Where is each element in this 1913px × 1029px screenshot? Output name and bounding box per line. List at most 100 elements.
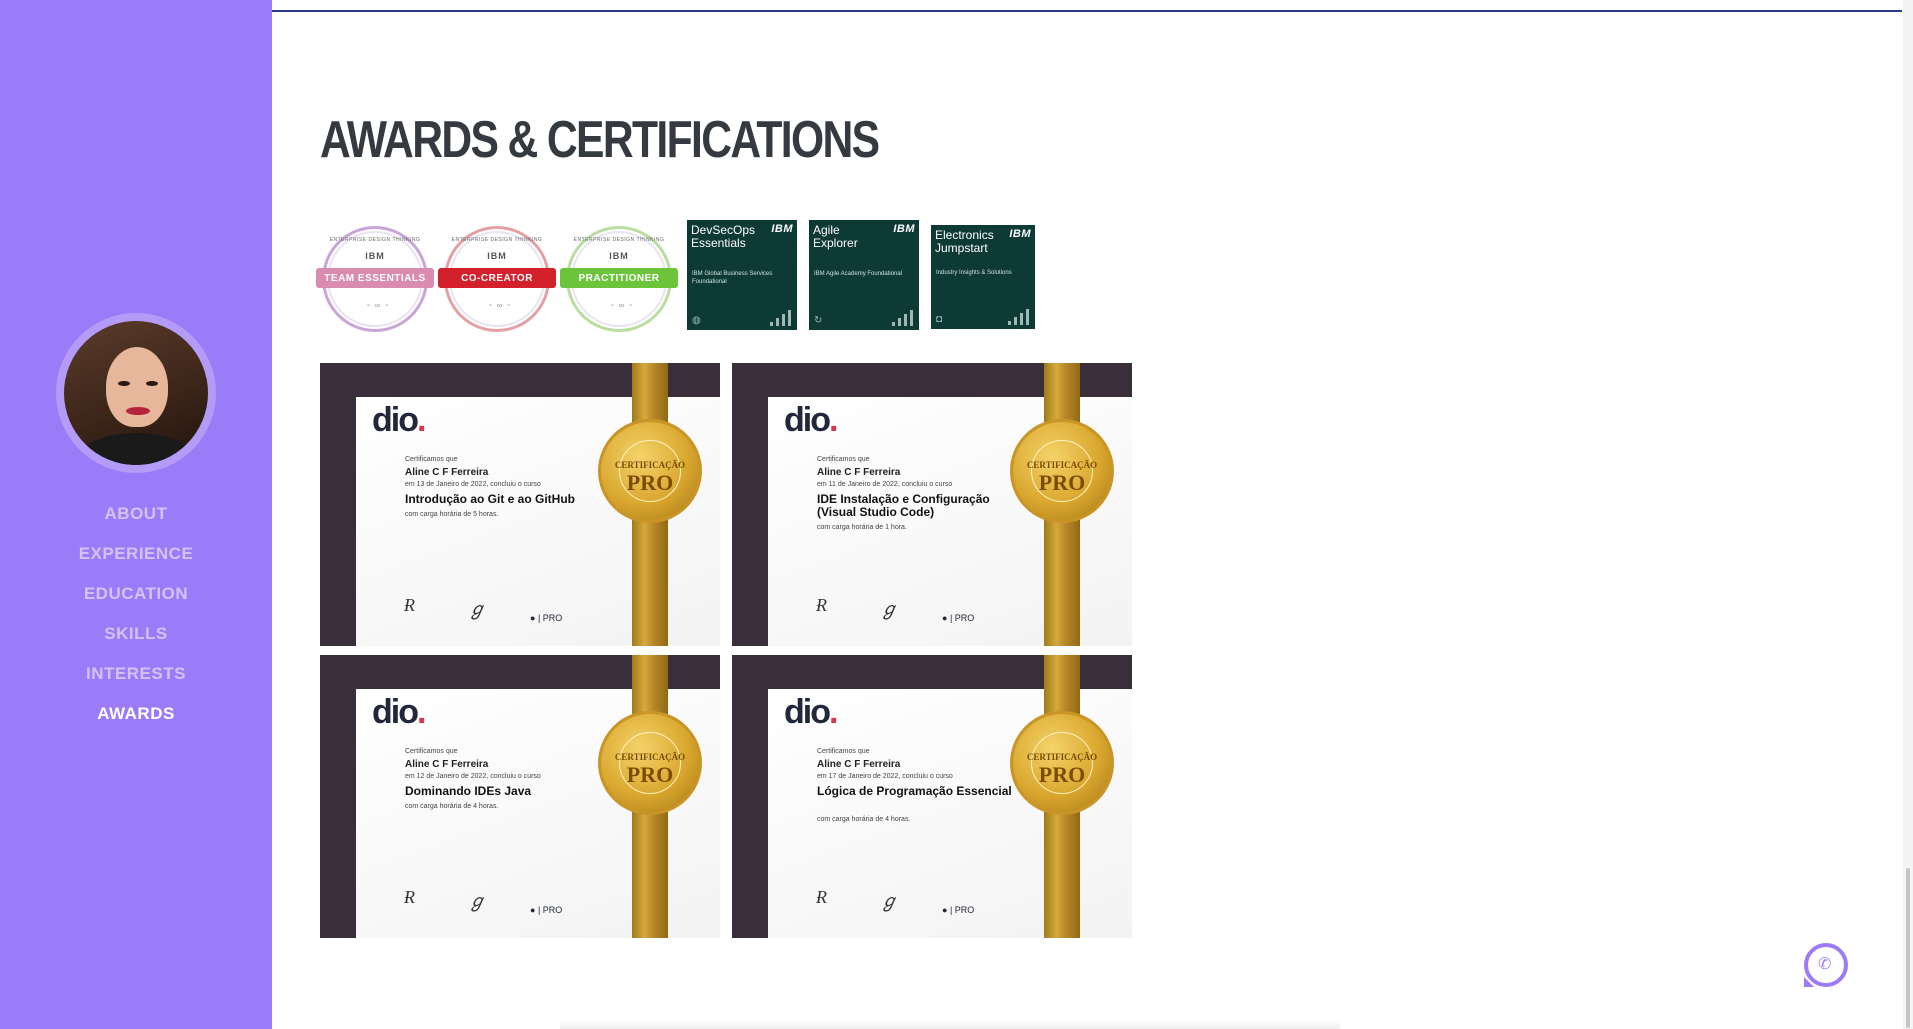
certificate-name: Aline C F Ferreira — [405, 467, 489, 478]
certificate-course: IDE Instalação e Configuração (Visual St… — [817, 492, 990, 519]
certificate-name: Aline C F Ferreira — [817, 467, 901, 478]
badge-title: Electronics Jumpstart — [935, 228, 994, 255]
badge-dots-icon: ⁃ ∞ ⁃ — [610, 301, 634, 310]
signature-icon: ℊ — [880, 891, 898, 911]
certification-seal-icon: CERTIFICAÇÃO PRO — [1010, 419, 1114, 523]
certificate-card[interactable]: dio. Certificamos que Aline C F Ferreira… — [732, 655, 1132, 938]
nav-item-skills: SKILLS — [0, 614, 272, 654]
badge-practitioner[interactable]: ENTERPRISE DESIGN THINKING IBM ⁃ ∞ ⁃ PRA… — [560, 224, 678, 332]
badge-arc-text: ENTERPRISE DESIGN THINKING — [451, 237, 543, 243]
nav-item-interests: INTERESTS — [0, 654, 272, 694]
nav-item-experience: EXPERIENCE — [0, 534, 272, 574]
badge-title: Agile Explorer — [813, 223, 858, 250]
sidebar: ABOUT EXPERIENCE EDUCATION SKILLS INTERE… — [0, 0, 272, 1029]
badge-subtitle: IBM Global Business Services Foundationa… — [692, 271, 773, 285]
sidebar-nav: ABOUT EXPERIENCE EDUCATION SKILLS INTERE… — [0, 494, 272, 734]
certificate-intro: Certificamos que — [405, 456, 458, 463]
certificate-name: Aline C F Ferreira — [405, 759, 489, 770]
nav-link-education[interactable]: EDUCATION — [84, 584, 188, 604]
level-bars-icon — [1008, 309, 1029, 325]
certificate-date: em 11 de Janeiro de 2022, concluiu o cur… — [817, 481, 953, 488]
certificate-date: em 12 de Janeiro de 2022, concluiu o cur… — [405, 773, 541, 780]
ibm-logo-text: IBM — [609, 251, 629, 261]
badge-electronics-jumpstart[interactable]: Electronics Jumpstart IBM Industry Insig… — [931, 225, 1035, 329]
certificate-card[interactable]: dio. Certificamos que Aline C F Ferreira… — [320, 363, 720, 646]
badge-ribbon-label: TEAM ESSENTIALS — [316, 268, 434, 288]
profile-photo — [64, 321, 208, 465]
section-title: AWARDS & CERTIFICATIONS — [320, 111, 880, 169]
nav-link-skills[interactable]: SKILLS — [104, 624, 167, 644]
signature-icon: Ɍ — [816, 595, 827, 615]
level-bars-icon — [892, 310, 913, 326]
certificate-hours: com carga horária de 5 horas. — [405, 511, 499, 518]
certificate-intro: Certificamos que — [817, 748, 870, 755]
certificate-course: Lógica de Programação Essencial — [817, 784, 1012, 798]
badge-co-creator[interactable]: ENTERPRISE DESIGN THINKING IBM ⁃ ∞ ⁃ CO-… — [438, 224, 556, 332]
phone-icon: ✆ — [1818, 956, 1832, 973]
signature-icon: ℊ — [880, 599, 898, 619]
certification-seal-icon: CERTIFICAÇÃO PRO — [598, 711, 702, 815]
avatar — [56, 313, 216, 473]
badge-dots-icon: ⁃ ∞ ⁃ — [366, 301, 390, 310]
badge-ribbon-label: CO-CREATOR — [438, 268, 556, 288]
nav-item-education: EDUCATION — [0, 574, 272, 614]
certificate-hours: com carga horária de 4 horas. — [817, 816, 911, 823]
badge-team-essentials[interactable]: ENTERPRISE DESIGN THINKING IBM ⁃ ∞ ⁃ TEA… — [316, 224, 434, 332]
portfolio-page: ABOUT EXPERIENCE EDUCATION SKILLS INTERE… — [0, 0, 1913, 1029]
previous-section-divider — [272, 0, 1902, 12]
dio-logo: dio. — [372, 693, 427, 731]
badge-devsecops-essentials[interactable]: DevSecOps Essentials IBM IBM Global Busi… — [687, 220, 797, 330]
certificate-course: Dominando IDEs Java — [405, 784, 532, 798]
dio-logo: dio. — [784, 693, 839, 731]
certificate-course: Introdução ao Git e ao GitHub — [405, 492, 576, 506]
dio-logo: dio. — [372, 401, 427, 439]
footer-edge — [560, 1020, 1340, 1029]
badge-dots-icon: ⁃ ∞ ⁃ — [488, 301, 512, 310]
badge-ribbon-label: PRACTITIONER — [560, 268, 678, 288]
dio-pro-mark: ● | PRO — [530, 613, 563, 623]
ibm-logo-text: IBM — [893, 223, 915, 235]
dio-pro-mark: ● | PRO — [530, 905, 563, 915]
certificate-date: em 13 de Janeiro de 2022, concluiu o cur… — [405, 481, 541, 488]
badge-arc-text: ENTERPRISE DESIGN THINKING — [329, 237, 421, 243]
certificate-card[interactable]: dio. Certificamos que Aline C F Ferreira… — [320, 655, 720, 938]
nav-link-awards[interactable]: AWARDS — [97, 704, 175, 724]
certificate-intro: Certificamos que — [817, 456, 870, 463]
badge-subtitle: Industry Insights & Solutions — [936, 270, 1012, 276]
nav-link-about[interactable]: ABOUT — [105, 504, 168, 524]
badge-subtitle: IBM Agile Academy Foundational — [814, 271, 903, 277]
certificate-hours: com carga horária de 4 horas. — [405, 803, 499, 810]
ibm-logo-text: IBM — [365, 251, 385, 261]
badge-agile-explorer[interactable]: Agile Explorer IBM IBM Agile Academy Fou… — [809, 220, 919, 330]
nav-item-awards: AWARDS — [0, 694, 272, 734]
signature-icon: ℊ — [468, 891, 486, 911]
certificate-date: em 17 de Janeiro de 2022, concluiu o cur… — [817, 773, 953, 780]
badge-arc-text: ENTERPRISE DESIGN THINKING — [573, 237, 665, 243]
certification-seal-icon: CERTIFICAÇÃO PRO — [598, 419, 702, 523]
certificate-intro: Certificamos que — [405, 748, 458, 755]
dio-pro-mark: ● | PRO — [942, 905, 975, 915]
refresh-icon: ↻ — [814, 315, 823, 326]
signature-icon: Ɍ — [404, 595, 415, 615]
signature-icon: ℊ — [468, 599, 486, 619]
level-bars-icon — [770, 310, 791, 326]
nav-item-about: ABOUT — [0, 494, 272, 534]
certificate-card[interactable]: dio. Certificamos que Aline C F Ferreira… — [732, 363, 1132, 646]
ibm-logo-text: IBM — [487, 251, 507, 261]
ibm-logo-text: IBM — [771, 223, 793, 235]
globe-icon: ◍ — [692, 315, 701, 326]
ibm-logo-text: IBM — [1009, 228, 1031, 240]
scrollbar-thumb[interactable] — [1906, 868, 1910, 1028]
nav-link-experience[interactable]: EXPERIENCE — [79, 544, 194, 564]
signature-icon: Ɍ — [404, 887, 415, 907]
dio-logo: dio. — [784, 401, 839, 439]
certificate-hours: com carga horária de 1 hora. — [817, 524, 907, 531]
badge-title: DevSecOps Essentials — [691, 223, 756, 250]
certificate-name: Aline C F Ferreira — [817, 759, 901, 770]
signature-icon: Ɍ — [816, 887, 827, 907]
dio-pro-mark: ● | PRO — [942, 613, 975, 623]
whatsapp-icon[interactable]: ✆ — [1804, 943, 1848, 987]
certification-seal-icon: CERTIFICAÇÃO PRO — [1010, 711, 1114, 815]
nav-link-interests[interactable]: INTERESTS — [86, 664, 186, 684]
camera-icon: ◘ — [936, 314, 943, 325]
